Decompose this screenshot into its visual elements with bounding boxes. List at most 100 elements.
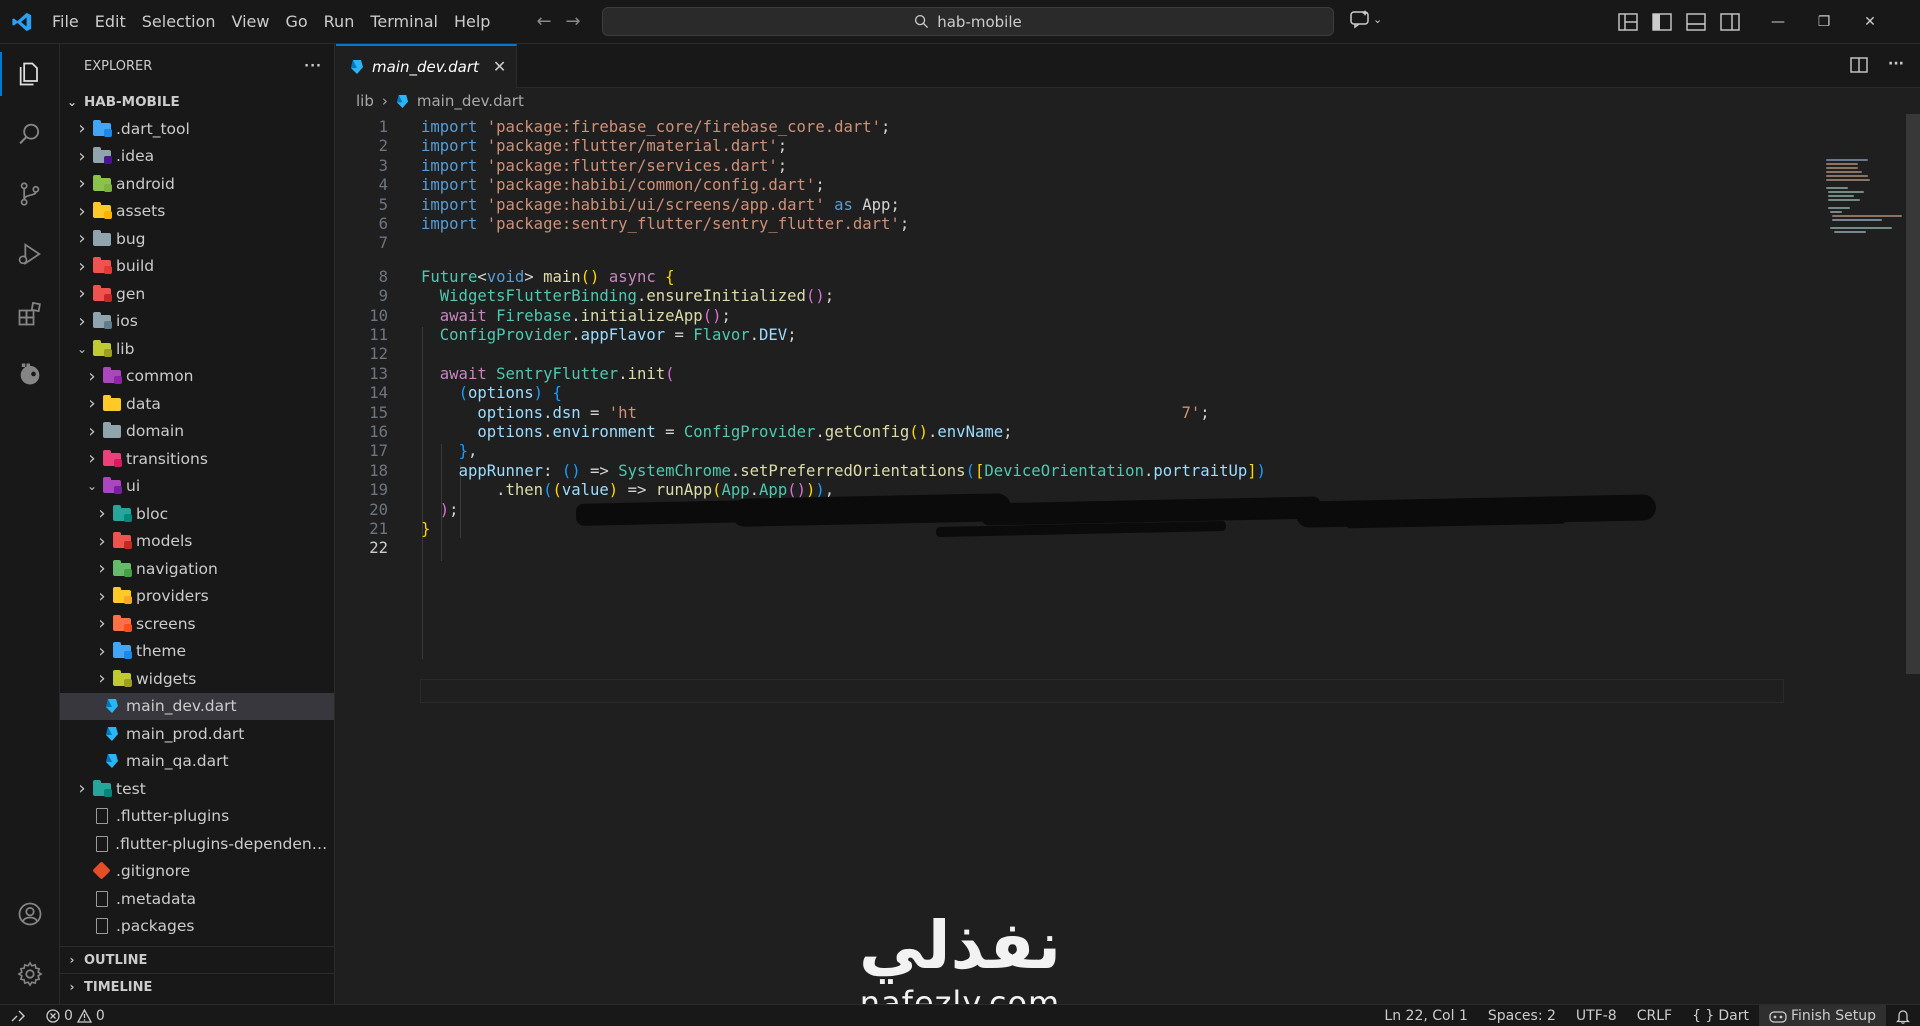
settings-gear-icon[interactable]	[0, 944, 60, 1004]
tree-folder[interactable]: › common	[60, 363, 334, 390]
tree-item-label: gen	[116, 284, 146, 303]
code-token: .	[749, 326, 760, 344]
tab-main-dev[interactable]: main_dev.dart ✕	[336, 43, 518, 88]
explorer-icon[interactable]	[0, 44, 60, 104]
code-line: ConfigProvider.appFlavor = Flavor.DEV;	[421, 326, 797, 344]
command-center-search[interactable]: hab-mobile	[602, 7, 1334, 36]
close-tab-icon[interactable]: ✕	[493, 57, 506, 76]
run-debug-icon[interactable]	[0, 224, 60, 284]
editor-more-icon[interactable]: ···	[1888, 56, 1904, 74]
tree-folder[interactable]: › providers	[60, 583, 334, 610]
minimap[interactable]	[1791, 114, 1906, 1004]
customize-layout-icon[interactable]	[1618, 13, 1638, 31]
code-token: init	[627, 364, 666, 383]
tree-folder[interactable]: › widgets	[60, 665, 334, 692]
finish-setup-button[interactable]: Finish Setup	[1758, 1005, 1886, 1026]
code-token: 'package:flutter/material.dart'	[486, 137, 778, 156]
outline-section[interactable]: › OUTLINE	[60, 946, 334, 973]
toggle-panel-icon[interactable]	[1686, 13, 1706, 31]
forward-arrow-icon[interactable]: →	[566, 11, 581, 32]
split-editor-icon[interactable]	[1850, 56, 1868, 74]
tree-folder[interactable]: › .dart_tool	[60, 115, 334, 142]
tree-folder[interactable]: › bug	[60, 225, 334, 252]
tree-file[interactable]: main_prod.dart	[60, 720, 334, 747]
tree-folder[interactable]: › android	[60, 170, 334, 197]
scrollbar-thumb[interactable]	[1906, 114, 1920, 674]
tree-item-label: .idea	[116, 147, 155, 165]
problems-indicator[interactable]: 0 0	[36, 1005, 115, 1026]
tree-file[interactable]: .flutter-plugins-dependenci...	[60, 830, 334, 857]
code-token: await	[439, 364, 487, 383]
tree-folder[interactable]: › data	[60, 390, 334, 417]
tree-folder[interactable]: ⌄ lib	[60, 335, 334, 362]
copilot-button[interactable]: ⌄	[1349, 9, 1382, 29]
menu-help[interactable]: Help	[446, 0, 498, 44]
editor-tabs: main_dev.dart ✕ ···	[336, 43, 1920, 88]
menu-go[interactable]: Go	[277, 0, 315, 44]
tree-file[interactable]: .flutter-plugins	[60, 803, 334, 830]
tree-file[interactable]: main_dev.dart	[60, 692, 334, 720]
menu-edit[interactable]: Edit	[87, 0, 134, 44]
menu-run[interactable]: Run	[316, 0, 363, 44]
tree-folder[interactable]: › bloc	[60, 500, 334, 527]
window-controls: — ❐ ✕	[1755, 0, 1893, 44]
tree-folder[interactable]: › .idea	[60, 143, 334, 170]
language-mode[interactable]: { } Dart	[1682, 1005, 1759, 1026]
tree-folder[interactable]: › navigation	[60, 555, 334, 582]
accounts-icon[interactable]	[0, 884, 60, 944]
line-number: 8	[378, 267, 388, 286]
tree-folder[interactable]: › build	[60, 253, 334, 280]
remote-indicator[interactable]	[0, 1005, 36, 1026]
menu-view[interactable]: View	[224, 0, 278, 44]
folder-icon	[92, 174, 112, 192]
restore-icon[interactable]: ❐	[1801, 0, 1847, 44]
cursor-position[interactable]: Ln 22, Col 1	[1374, 1005, 1477, 1026]
toggle-secondary-sidebar-icon[interactable]	[1720, 13, 1740, 31]
tree-folder[interactable]: › transitions	[60, 445, 334, 472]
minimize-icon[interactable]: —	[1755, 0, 1801, 44]
end-of-line[interactable]: CRLF	[1627, 1005, 1682, 1026]
close-window-icon[interactable]: ✕	[1847, 0, 1893, 44]
search-view-icon[interactable]	[0, 104, 60, 164]
code-token: ()	[909, 423, 929, 441]
code-token: .	[928, 423, 938, 441]
tree-file[interactable]: main_qa.dart	[60, 748, 334, 775]
toggle-primary-sidebar-icon[interactable]	[1652, 13, 1672, 31]
breadcrumb-folder[interactable]: lib	[356, 92, 374, 110]
tree-folder[interactable]: › models	[60, 528, 334, 555]
encoding[interactable]: UTF-8	[1566, 1005, 1627, 1026]
menu-selection[interactable]: Selection	[134, 0, 224, 44]
tree-file[interactable]: .metadata	[60, 885, 334, 912]
tree-folder[interactable]: › gen	[60, 280, 334, 307]
workspace-root[interactable]: ⌄ HAB-MOBILE	[60, 88, 334, 115]
menu-file[interactable]: File	[44, 0, 87, 44]
tree-folder[interactable]: › theme	[60, 638, 334, 665]
extensions-icon[interactable]	[0, 284, 60, 344]
vertical-scrollbar[interactable]	[1906, 114, 1920, 1004]
source-control-icon[interactable]	[0, 164, 60, 224]
tree-folder[interactable]: › domain	[60, 418, 334, 445]
tree-folder[interactable]: › ios	[60, 308, 334, 335]
indentation[interactable]: Spaces: 2	[1478, 1005, 1566, 1026]
code-line: }	[421, 520, 430, 538]
timeline-section[interactable]: › TIMELINE	[60, 973, 334, 1000]
tree-folder[interactable]: ⌄ ui	[60, 473, 334, 500]
tree-folder[interactable]: › test	[60, 775, 334, 802]
more-actions-icon[interactable]: ···	[304, 59, 322, 74]
breadcrumb-file[interactable]: main_dev.dart	[417, 92, 524, 110]
menu-terminal[interactable]: Terminal	[362, 0, 446, 44]
line-number: 1	[378, 118, 388, 136]
tree-folder[interactable]: › assets	[60, 198, 334, 225]
notifications-bell-icon[interactable]	[1886, 1005, 1920, 1026]
code-token: ConfigProvider	[683, 423, 816, 441]
tree-folder[interactable]: › screens	[60, 610, 334, 637]
code-editor[interactable]: 1 2 3 4 5 6 7 8 9 10 11 12 13 14 15 16 17 18 19 20 21 22 impo…	[336, 114, 1786, 1004]
tree-file[interactable]: .gitignore	[60, 858, 334, 885]
docker-icon[interactable]	[0, 344, 60, 404]
outline-label: OUTLINE	[84, 952, 148, 968]
tree-file[interactable]: .packages	[60, 913, 334, 940]
back-arrow-icon[interactable]: ←	[536, 11, 551, 32]
code-token: import	[421, 176, 478, 195]
